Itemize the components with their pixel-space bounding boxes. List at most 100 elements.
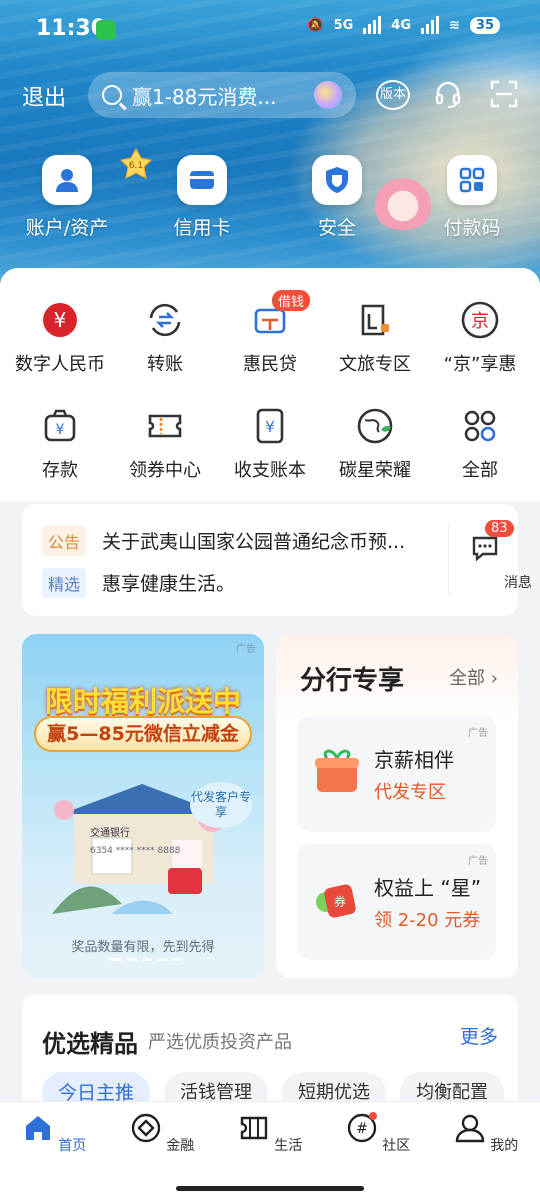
search-placeholder: 赢1-88元消费... [132,84,277,109]
deposit-icon: ¥ [44,409,76,442]
branch-card-star[interactable]: 广告 券 权益上 “星” 领 2-20 元券 [298,844,496,960]
coupon-icon [148,414,182,438]
branch-card-sub: 代发专区 [374,782,446,803]
network-5g-label: 5G [333,17,354,33]
promo-banner[interactable]: 广告 限时福利派送中 赢5—85元微信立减金 交通银行 6354 **** **… [22,634,264,978]
carousel-indicator [108,958,182,961]
more-link[interactable]: 更多 [460,1022,498,1049]
top-bar: 退出 赢1-88元消费... 版本 [0,70,540,120]
ad-label: 广告 [468,728,488,739]
quick-credit-card-label: 信用卡 [173,217,231,239]
home-indicator [176,1186,364,1191]
signal-icon-2 [421,16,439,34]
finance-icon [131,1113,160,1143]
tab-life[interactable]: 生活 [230,1112,310,1155]
notice-board: 公告 关于武夷山国家公园普通纪念币预... 精选 惠享健康生活。 83 消息 [22,504,532,616]
message-button[interactable]: 83 消息 [448,520,532,594]
svg-text:¥: ¥ [56,422,65,438]
home-icon [25,1116,50,1140]
grid-item-label: 存款 [42,460,78,481]
grid-item-all[interactable]: 全部 [426,406,534,482]
function-grid: ¥ 数字人民币 转账 借钱 惠民贷 文旅专区 京 “京”享惠 ¥ 存款 领券中心 [0,268,540,502]
digital-rmb-icon: ¥ [43,303,77,337]
search-icon [102,85,122,105]
announcement-tag: 公告 [42,526,87,556]
announcement-text[interactable]: 关于武夷山国家公园普通纪念币预... [102,527,432,554]
selected-title: 优选精品 [42,1030,138,1058]
branch-card-title: 京薪相伴 [374,748,454,772]
grid-item-loan[interactable]: 借钱 惠民贷 [216,290,324,376]
version-button[interactable]: 版本 [376,80,410,110]
promo-footer: 奖品数量有限，先到先得 [71,940,215,955]
grid-item-coupon[interactable]: 领券中心 [111,406,219,482]
branch-card-salary[interactable]: 广告 京薪相伴 代发专区 [298,716,496,832]
wifi-icon: ≋ [449,17,460,33]
quick-credit-card[interactable]: 信用卡 [152,155,252,240]
grid-item-label: 碳星荣耀 [339,460,411,481]
status-bar: 11:30 🔕 5G 4G ≋ 35 [0,0,540,62]
grid-item-jing-benefit[interactable]: 京 “京”享惠 [426,300,534,376]
grid-item-transfer[interactable]: 转账 [111,300,219,376]
message-label: 消息 [504,575,532,591]
grid-item-label: 文旅专区 [339,354,411,375]
branch-all-link[interactable]: 全部 › [449,664,498,690]
life-icon [240,1116,267,1140]
card-number: 6354 **** **** 8888 [90,846,181,856]
featured-tag: 精选 [42,568,87,598]
duck-mascot-icon [368,170,438,230]
grid-item-culture-travel[interactable]: 文旅专区 [321,300,429,376]
scan-icon[interactable] [490,80,518,108]
quick-security-label: 安全 [317,217,356,239]
quick-account[interactable]: 账户/资产 [17,155,117,240]
svg-text:¥: ¥ [54,308,67,332]
grid-item-digital-rmb[interactable]: ¥ 数字人民币 [6,300,114,376]
grid-item-carbon-star[interactable]: 碳星荣耀 [321,406,429,482]
grid-item-ledger[interactable]: ¥ 收支账本 [216,406,324,482]
quick-account-label: 账户/资产 [25,217,109,239]
main-content: ¥ 数字人民币 转账 借钱 惠民贷 文旅专区 京 “京”享惠 ¥ 存款 领券中心 [0,268,540,1124]
tab-community[interactable]: # 社区 [338,1112,418,1155]
signal-icon [363,16,382,34]
grid-item-deposit[interactable]: ¥ 存款 [6,406,114,482]
all-icon [464,410,496,442]
svg-text:#: # [356,1121,368,1137]
grid-item-label: 全部 [462,460,498,481]
promo-subtitle: 赢5—85元微信立减金 [34,716,252,752]
ad-label: 广告 [236,644,256,655]
branch-card-title: 权益上 “星” [374,876,482,900]
jing-benefit-icon: 京 [461,301,499,339]
qr-code-icon [447,155,497,205]
branch-card-sub: 领 2-20 元券 [374,910,481,931]
wechat-notification-icon [96,20,116,40]
voice-assistant-icon[interactable] [314,81,342,109]
profile-icon [455,1114,484,1143]
credit-card-icon [177,155,227,205]
battery-icon: 35 [469,16,500,34]
promo-bubble: 代发客户专享 [190,782,252,828]
network-4g-label: 4G [391,17,411,33]
grid-item-label: 惠民贷 [243,354,297,375]
headset-icon[interactable] [434,80,462,108]
grid-item-label: 数字人民币 [15,354,105,375]
transfer-icon [149,303,181,337]
grid-item-label: “京”享惠 [443,354,517,375]
bank-name: 交通银行 [90,828,130,839]
tab-finance[interactable]: 金融 [122,1112,202,1155]
gift-box-icon [315,749,359,792]
exit-button[interactable]: 退出 [22,80,66,112]
featured-text[interactable]: 惠享健康生活。 [102,569,432,596]
grid-item-label: 转账 [147,354,183,375]
quick-payment-code-label: 付款码 [443,217,501,239]
svg-text:京: 京 [471,311,489,332]
tab-profile[interactable]: 我的 [446,1112,526,1155]
branch-exclusive-card: 分行专享 全部 › 广告 京薪相伴 代发专区 广告 券 权益上 “星” 领 2-… [276,634,518,978]
grid-item-label: 领券中心 [129,460,201,481]
mute-icon: 🔕 [307,17,324,33]
quick-actions: 账户/资产 信用卡 安全 付款码 [0,155,540,245]
account-icon [42,155,92,205]
culture-travel-icon [361,304,389,336]
carbon-star-icon [357,408,393,444]
tab-home[interactable]: 首页 [14,1112,94,1155]
svg-text:券: 券 [334,894,346,909]
search-input[interactable]: 赢1-88元消费... [88,72,356,118]
